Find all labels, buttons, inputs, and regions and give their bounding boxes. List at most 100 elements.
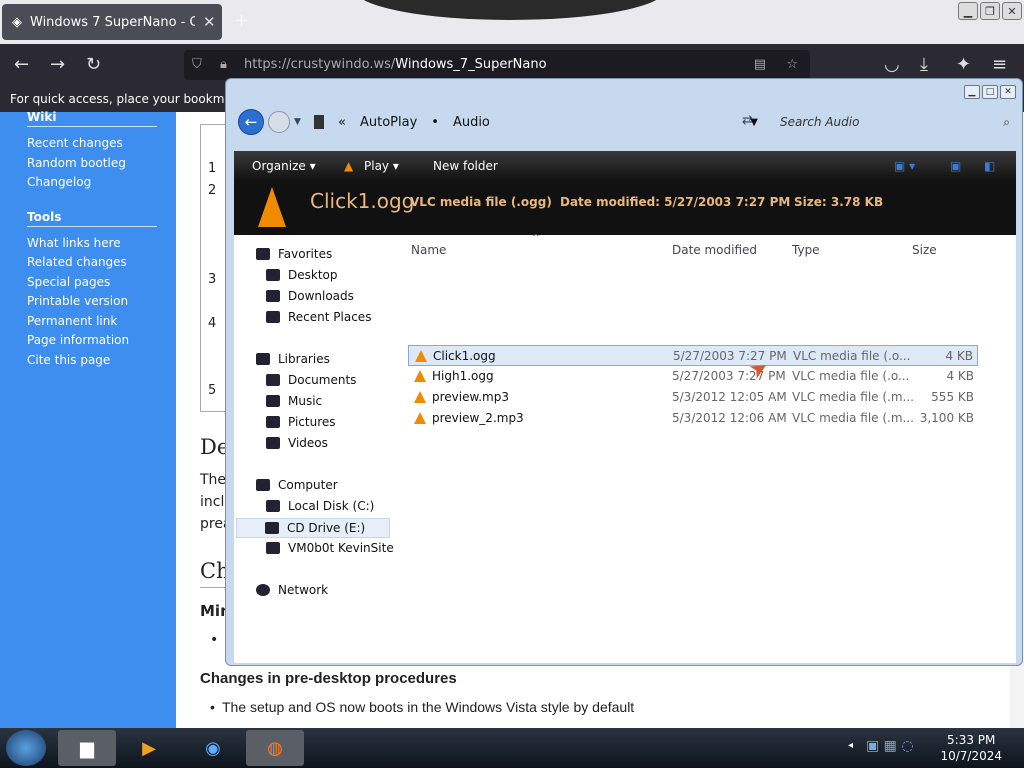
recent-pages-dropdown-icon[interactable]: ▼ (294, 117, 301, 127)
sidebar-link-recent-changes[interactable]: Recent changes (27, 136, 123, 150)
taskbar-media-player[interactable]: ▶ (120, 730, 178, 766)
details-date-label: Date modified: (560, 195, 660, 209)
bullet-icon: • (210, 632, 219, 648)
extensions-icon[interactable]: ✦ (956, 54, 971, 75)
nav-favorites[interactable]: Favorites (256, 247, 332, 261)
sidebar-link-related-changes[interactable]: Related changes (27, 255, 127, 269)
taskbar-explorer[interactable]: ▆ (58, 730, 116, 766)
nav-cd-drive[interactable]: CD Drive (E:) (236, 518, 390, 538)
nav-network[interactable]: Network (256, 583, 328, 597)
help-icon[interactable]: ◧ (984, 159, 995, 173)
back-arrow-icon: ← (244, 113, 258, 131)
preview-pane-icon[interactable]: ▣ (950, 159, 961, 173)
details-file-type: VLC media file (.ogg) (410, 195, 552, 209)
details-pane: Click1.ogg VLC media file (.ogg) Date mo… (234, 181, 1016, 235)
reader-view-icon[interactable]: ▤ (754, 50, 766, 80)
column-header-name[interactable]: Name (411, 243, 446, 257)
bookmark-star-icon[interactable]: ☆ (786, 50, 798, 80)
explorer-address-bar[interactable]: « AutoPlay • Audio ▼ (308, 109, 758, 135)
new-folder-button[interactable]: New folder (433, 159, 498, 173)
nav-documents[interactable]: Documents (266, 373, 356, 387)
minimize-icon[interactable]: ▁ (964, 85, 980, 99)
nav-local-disk[interactable]: Local Disk (C:) (266, 499, 374, 513)
file-row[interactable]: Click1.ogg 5/27/2003 7:27 PM VLC media f… (408, 345, 978, 366)
sidebar-link-random-bootleg[interactable]: Random bootleg (27, 156, 126, 170)
taskbar-firefox[interactable]: ◍ (246, 730, 304, 766)
paragraph-text: The (200, 472, 227, 488)
explorer-window-controls: ▁ □ ✕ (964, 85, 1016, 99)
nav-label: Downloads (288, 289, 354, 303)
sidebar-heading-wiki: Wiki (27, 110, 157, 127)
play-button[interactable]: Play ▾ (364, 159, 399, 173)
nav-vm-site[interactable]: VM0b0t KevinSite (266, 541, 394, 555)
breadcrumb-autoplay[interactable]: AutoPlay (360, 115, 417, 130)
new-tab-button[interactable]: + (234, 10, 249, 31)
file-date: 5/3/2012 12:06 AM (672, 411, 787, 425)
show-hidden-icons-icon[interactable]: ◂ (848, 740, 853, 751)
menu-icon[interactable]: ≡ (992, 54, 1007, 75)
refresh-icon[interactable]: ⇄ (742, 113, 753, 128)
nav-label: Network (278, 583, 329, 597)
sidebar-link-special-pages[interactable]: Special pages (27, 275, 110, 289)
nav-videos[interactable]: Videos (266, 436, 328, 450)
search-input[interactable]: Search Audio ⌕ (772, 109, 1014, 135)
explorer-forward-button[interactable] (268, 111, 290, 133)
forward-arrow-icon[interactable]: → (50, 54, 65, 75)
nav-computer[interactable]: Computer (256, 478, 338, 492)
view-options-icon[interactable]: ▣ ▾ (894, 159, 915, 173)
libraries-icon (256, 353, 270, 365)
url-bar[interactable]: ⛉ 🔒︎ https://crustywindo.ws/Windows_7_Su… (184, 50, 810, 80)
file-row[interactable]: High1.ogg 5/27/2003 7:27 PM VLC media fi… (408, 366, 978, 387)
explorer-icon: ▆ (80, 737, 94, 759)
explorer-back-button[interactable]: ← (238, 109, 264, 135)
breadcrumb-separator-icon: • (431, 114, 439, 130)
sidebar-link-cite-this-page[interactable]: Cite this page (27, 353, 110, 367)
pocket-icon[interactable]: ◡ (884, 54, 900, 75)
close-icon[interactable]: ✕ (1002, 2, 1022, 20)
back-arrow-icon[interactable]: ← (14, 54, 29, 75)
sidebar-link-page-information[interactable]: Page information (27, 333, 129, 347)
shield-icon[interactable]: ⛉ (192, 50, 202, 80)
taskbar: ▆ ▶ ◉ ◍ ◂ ▣ ▦ ◌ 5:33 PM 10/7/2024 (0, 728, 1024, 768)
browser-tab[interactable]: ◈ Windows 7 SuperNano - Crusty ✕ (2, 4, 222, 40)
maximize-icon[interactable]: □ (982, 85, 998, 99)
reload-icon[interactable]: ↻ (86, 54, 101, 75)
taskbar-clock[interactable]: 5:33 PM 10/7/2024 (940, 732, 1002, 764)
tab-close-icon[interactable]: ✕ (203, 13, 216, 31)
nav-libraries[interactable]: Libraries (256, 352, 330, 366)
search-icon[interactable]: ⌕ (1003, 109, 1010, 135)
organize-button[interactable]: Organize ▾ (252, 159, 316, 173)
media-player-icon: ▶ (142, 737, 156, 759)
file-type: VLC media file (.o... (793, 349, 911, 363)
videos-icon (266, 437, 280, 449)
sidebar-link-permanent-link[interactable]: Permanent link (27, 314, 117, 328)
minimize-icon[interactable]: ▁ (958, 2, 978, 20)
nav-downloads[interactable]: Downloads (266, 289, 354, 303)
column-header-type[interactable]: Type (792, 243, 820, 257)
tray-icons[interactable]: ▣ ▦ ◌ (866, 738, 914, 754)
start-button[interactable] (6, 730, 46, 766)
nav-pictures[interactable]: Pictures (266, 415, 336, 429)
file-row[interactable]: preview.mp3 5/3/2012 12:05 AM VLC media … (408, 387, 978, 408)
sidebar-link-what-links-here[interactable]: What links here (27, 236, 121, 250)
breadcrumb-prefix[interactable]: « (338, 115, 346, 130)
file-size: 4 KB (946, 369, 974, 383)
nav-recent-places[interactable]: Recent Places (266, 310, 371, 324)
download-icon[interactable]: ⤓ (920, 54, 928, 75)
taskbar-globe[interactable]: ◉ (184, 730, 242, 766)
restore-icon[interactable]: ❐ (980, 2, 1000, 20)
explorer-window: ▁ □ ✕ ← ▼ « AutoPlay • Audio ▼ ⇄ Search … (225, 78, 1023, 666)
nav-music[interactable]: Music (266, 394, 322, 408)
sidebar-link-changelog[interactable]: Changelog (27, 175, 91, 189)
nav-desktop[interactable]: Desktop (266, 268, 338, 282)
file-name: Click1.ogg (433, 349, 496, 363)
sidebar-link-printable-version[interactable]: Printable version (27, 294, 128, 308)
column-header-date-modified[interactable]: Date modified (672, 243, 757, 257)
lock-icon[interactable]: 🔒︎ (220, 50, 227, 80)
column-header-size[interactable]: Size (912, 243, 937, 257)
breadcrumb-audio[interactable]: Audio (453, 115, 490, 130)
search-placeholder: Search Audio (780, 115, 860, 129)
close-icon[interactable]: ✕ (1000, 85, 1016, 99)
file-row[interactable]: preview_2.mp3 5/3/2012 12:06 AM VLC medi… (408, 408, 978, 429)
file-name: High1.ogg (432, 369, 494, 383)
